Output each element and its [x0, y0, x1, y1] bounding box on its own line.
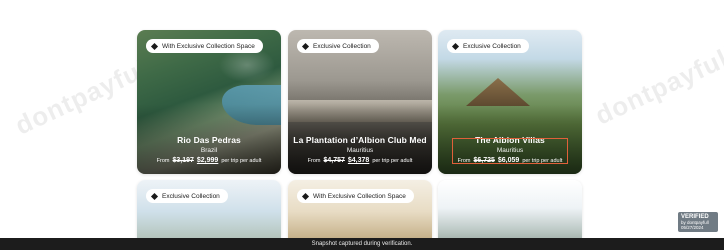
collection-badge: With Exclusive Collection Space	[297, 189, 414, 203]
diamond-icon	[301, 42, 310, 50]
hotel-card-la-plantation[interactable]: Exclusive Collection La Plantation d’Alb…	[288, 30, 432, 174]
verified-badge: VERIFIED by dontpayfull 05/27/2024	[678, 212, 718, 232]
badge-label: With Exclusive Collection Space	[162, 42, 255, 50]
card-info: Rio Das Pedras Brazil From $3,197 $2,999…	[137, 135, 281, 164]
price-from-label: From	[156, 158, 170, 164]
hotel-location: Brazil	[200, 147, 218, 154]
card-info: The Albion Villas Mauritius From $6,725 …	[438, 135, 582, 164]
hotel-card-albion-villas[interactable]: Exclusive Collection The Albion Villas M…	[438, 30, 582, 174]
price-from-label: From	[307, 158, 321, 164]
hotel-location: Mauritius	[346, 147, 374, 154]
hotel-title[interactable]: Rio Das Pedras	[137, 135, 281, 145]
snapshot-bar: Snapshot captured during verification.	[0, 238, 724, 250]
diamond-icon	[451, 42, 460, 50]
price-row: From $4,757 $4,378 per trip per adult	[288, 157, 432, 164]
badge-label: Exclusive Collection	[463, 42, 521, 50]
diamond-icon	[150, 192, 159, 200]
collection-badge: With Exclusive Collection Space	[146, 39, 263, 53]
hotel-card-rio-das-pedras[interactable]: With Exclusive Collection Space Rio Das …	[137, 30, 281, 174]
diamond-icon	[150, 42, 159, 50]
new-price: $4,378	[347, 157, 370, 164]
badge-label: Exclusive Collection	[313, 42, 371, 50]
new-price: $2,999	[196, 157, 219, 164]
snapshot-text: Snapshot captured during verification.	[311, 241, 413, 247]
watermark-text: dontpayfull	[590, 39, 724, 131]
verified-date: 05/27/2024	[681, 225, 704, 230]
price-row: From $3,197 $2,999 per trip per adult	[137, 157, 281, 164]
old-price: $4,757	[323, 157, 345, 164]
hotel-title[interactable]: La Plantation d’Albion Club Med	[288, 135, 432, 145]
price-highlight-box	[452, 138, 568, 164]
card-info: La Plantation d’Albion Club Med Mauritiu…	[288, 135, 432, 164]
badge-label: Exclusive Collection	[162, 192, 220, 200]
badge-label: With Exclusive Collection Space	[313, 192, 406, 200]
collection-badge: Exclusive Collection	[146, 189, 228, 203]
diamond-icon	[301, 192, 310, 200]
price-suffix: per trip per adult	[221, 158, 262, 164]
collection-badge: Exclusive Collection	[447, 39, 529, 53]
collection-badge: Exclusive Collection	[297, 39, 379, 53]
old-price: $3,197	[172, 157, 194, 164]
price-suffix: per trip per adult	[372, 158, 413, 164]
